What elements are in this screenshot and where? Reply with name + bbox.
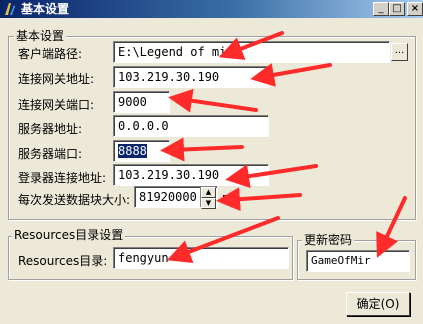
resources-dir-input[interactable]: fengyun: [113, 247, 289, 269]
window-title: 基本设置: [21, 2, 70, 16]
resources-dir-label: Resources目录:: [18, 254, 108, 268]
gateway-address-input[interactable]: 103.219.30.190: [113, 66, 269, 88]
resources-legend: Resources目录设置: [12, 228, 126, 242]
login-address-input[interactable]: 103.219.30.190: [113, 164, 269, 186]
password-input[interactable]: GameOfMir: [306, 250, 410, 272]
login-address-label: 登录器连接地址:: [18, 171, 107, 185]
maximize-icon[interactable]: □: [389, 2, 405, 16]
basic-settings-legend: 基本设置: [14, 29, 67, 43]
server-port-input[interactable]: 8888: [113, 140, 170, 162]
browse-button[interactable]: ...: [391, 43, 408, 61]
ok-button[interactable]: 确定(O): [346, 292, 410, 316]
minimize-icon[interactable]: _: [373, 2, 389, 16]
spin-down-icon[interactable]: ▼: [201, 198, 216, 209]
gateway-port-input[interactable]: 9000: [113, 91, 170, 113]
password-legend: 更新密码: [302, 233, 355, 247]
server-port-label: 服务器端口:: [18, 147, 83, 161]
gateway-port-label: 连接网关端口:: [18, 98, 95, 112]
client-path-label: 客户端路径:: [18, 47, 83, 61]
client-path-input[interactable]: E:\Legend of mir\: [113, 41, 390, 63]
block-size-label: 每次发送数据块大小:: [18, 193, 131, 207]
close-icon[interactable]: ×: [407, 2, 423, 16]
block-size-spin-buttons[interactable]: ▲ ▼: [200, 187, 216, 209]
server-address-input[interactable]: 0.0.0.0: [113, 115, 269, 137]
block-size-unit: B: [222, 194, 229, 205]
server-address-label: 服务器地址:: [18, 122, 83, 136]
server-port-selected-text: 8888: [118, 144, 147, 158]
app-icon: [5, 3, 15, 15]
gateway-address-label: 连接网关地址:: [18, 72, 95, 86]
spin-up-icon[interactable]: ▲: [201, 187, 216, 198]
